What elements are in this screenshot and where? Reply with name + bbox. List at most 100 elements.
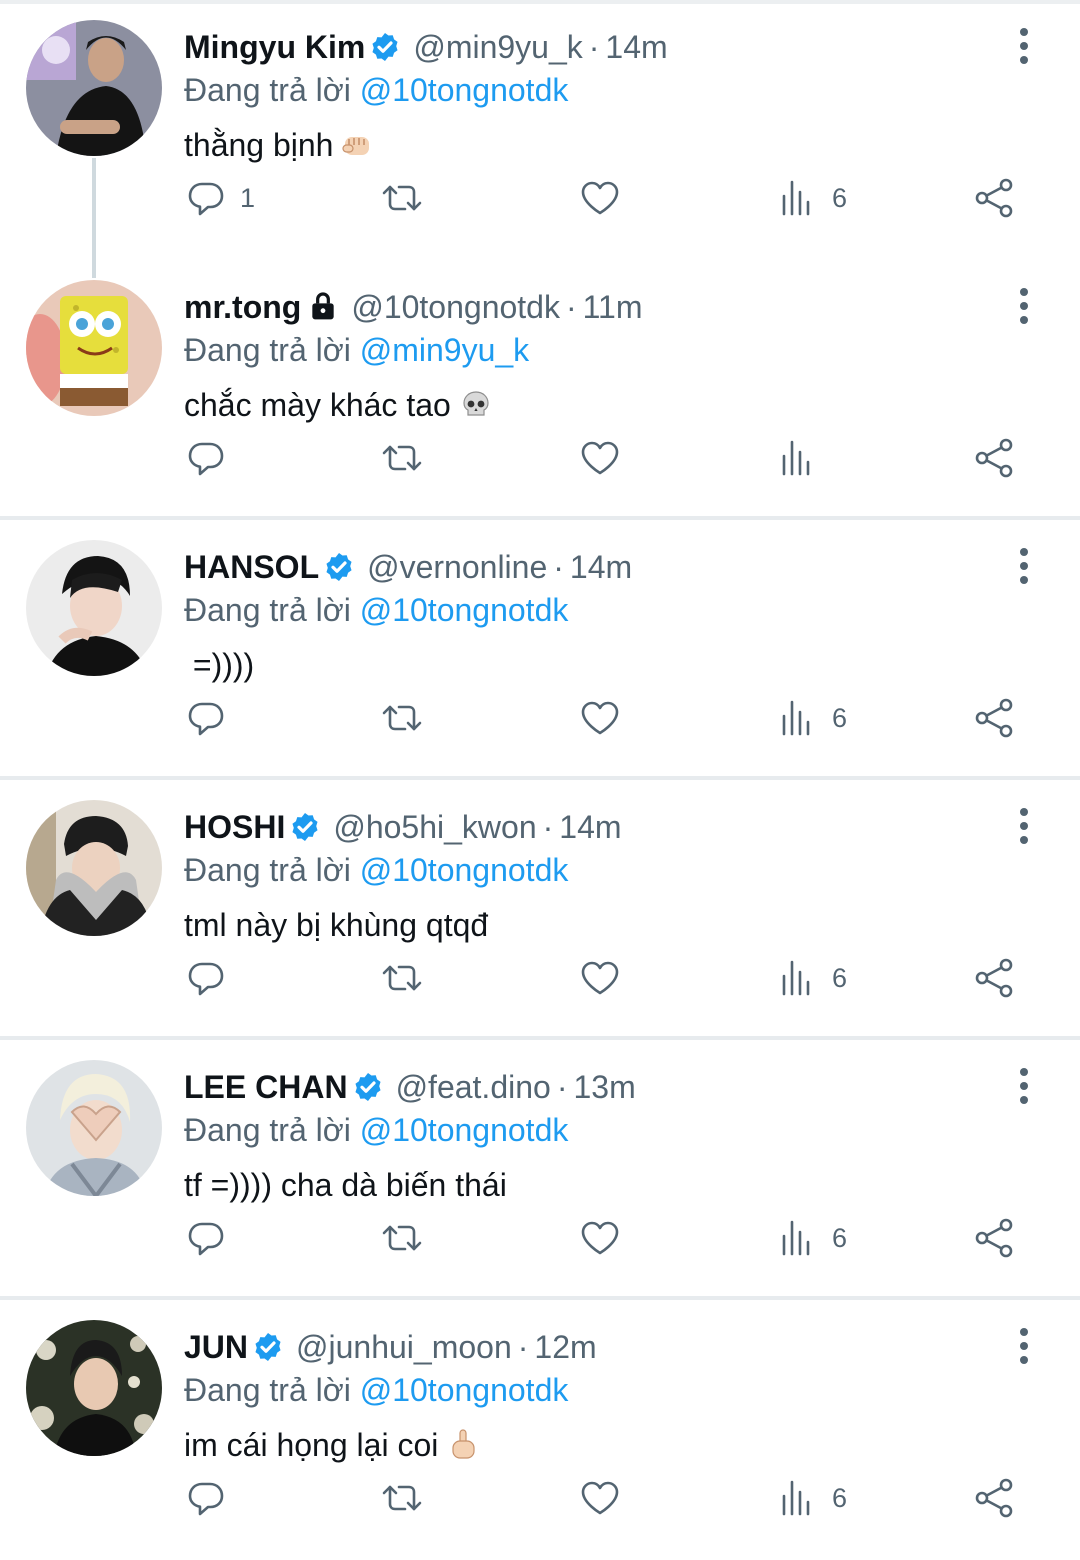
handle[interactable]: @feat.dino bbox=[396, 1069, 551, 1105]
reply-mention-link[interactable]: @10tongnotdk bbox=[360, 1372, 569, 1408]
heart-icon bbox=[581, 1481, 619, 1515]
views-button[interactable]: 6 bbox=[776, 1208, 847, 1268]
retweet-icon bbox=[382, 1485, 422, 1511]
timestamp[interactable]: 14m bbox=[570, 549, 632, 585]
retweet-button[interactable] bbox=[380, 1468, 424, 1528]
display-name[interactable]: mr.tong bbox=[184, 289, 301, 325]
middle-finger-emoji bbox=[452, 1429, 475, 1459]
retweet-button[interactable] bbox=[380, 688, 424, 748]
reply-button[interactable] bbox=[184, 688, 240, 748]
views-icon bbox=[782, 700, 810, 736]
avatar[interactable] bbox=[26, 1060, 162, 1196]
reply-mention-link[interactable]: @10tongnotdk bbox=[360, 592, 569, 628]
reply-button[interactable] bbox=[184, 948, 240, 1008]
more-options-icon[interactable] bbox=[1008, 26, 1040, 66]
like-button[interactable] bbox=[578, 1468, 622, 1528]
retweet-button[interactable] bbox=[380, 168, 424, 228]
avatar[interactable] bbox=[26, 280, 162, 416]
tweet-text: =)))) bbox=[184, 642, 254, 688]
share-button[interactable] bbox=[972, 1208, 1016, 1268]
handle[interactable]: @vernonline bbox=[367, 549, 547, 585]
retweet-icon bbox=[382, 705, 422, 731]
tweet-text: im cái họng lại coi bbox=[184, 1422, 480, 1468]
avatar[interactable] bbox=[26, 20, 162, 156]
tweet-header: mr.tong @10tongnotdk · 11m bbox=[184, 284, 643, 330]
avatar[interactable] bbox=[26, 540, 162, 676]
retweet-button[interactable] bbox=[380, 948, 424, 1008]
share-icon bbox=[975, 698, 1013, 738]
display-name[interactable]: LEE CHAN bbox=[184, 1069, 348, 1105]
views-button[interactable]: 6 bbox=[776, 1468, 847, 1528]
reply-button[interactable] bbox=[184, 1468, 240, 1528]
tweet-text-content: chắc mày khác tao bbox=[184, 387, 451, 423]
avatar[interactable] bbox=[26, 800, 162, 936]
reply-mention-link[interactable]: @10tongnotdk bbox=[360, 852, 569, 888]
handle[interactable]: @min9yu_k bbox=[413, 29, 582, 65]
tweet[interactable]: Mingyu Kim @min9yu_k · 14m Đang trả lời @10… bbox=[0, 0, 1080, 278]
replying-to: Đang trả lời @10tongnotdk bbox=[184, 1367, 568, 1413]
more-options-icon[interactable] bbox=[1008, 286, 1040, 326]
like-button[interactable] bbox=[578, 1208, 622, 1268]
share-button[interactable] bbox=[972, 428, 1016, 488]
lock-icon bbox=[312, 292, 334, 320]
avatar[interactable] bbox=[26, 1320, 162, 1456]
share-button[interactable] bbox=[972, 168, 1016, 228]
like-button[interactable] bbox=[578, 428, 622, 488]
tweet[interactable]: HANSOL @vernonline · 14m Đang trả lời @10to… bbox=[0, 520, 1080, 780]
like-button[interactable] bbox=[578, 948, 622, 1008]
verified-badge-icon bbox=[326, 553, 352, 581]
timestamp[interactable]: 13m bbox=[573, 1069, 635, 1105]
views-count: 6 bbox=[832, 1482, 848, 1513]
display-name[interactable]: Mingyu Kim bbox=[184, 29, 365, 65]
reply-mention-link[interactable]: @10tongnotdk bbox=[360, 1112, 569, 1148]
retweet-button[interactable] bbox=[380, 428, 424, 488]
separator-dot: · bbox=[553, 549, 564, 585]
share-icon bbox=[975, 1478, 1013, 1518]
retweet-icon bbox=[382, 1225, 422, 1251]
like-button[interactable] bbox=[578, 688, 622, 748]
tweet[interactable]: JUN @junhui_moon · 12m Đang trả lời @10tong… bbox=[0, 1300, 1080, 1560]
share-button[interactable] bbox=[972, 1468, 1016, 1528]
tweet-actions: 6 bbox=[0, 948, 1080, 1008]
timestamp[interactable]: 11m bbox=[583, 289, 643, 325]
handle[interactable]: @junhui_moon bbox=[296, 1329, 512, 1365]
reply-mention-link[interactable]: @min9yu_k bbox=[360, 332, 529, 368]
separator-dot: · bbox=[588, 29, 600, 65]
reply-mention-link[interactable]: @10tongnotdk bbox=[360, 72, 569, 108]
timestamp[interactable]: 12m bbox=[534, 1329, 596, 1365]
display-name[interactable]: JUN bbox=[184, 1329, 248, 1365]
tweet[interactable]: HOSHI @ho5hi_kwon · 14m Đang trả lời @10ton… bbox=[0, 780, 1080, 1040]
reply-button[interactable]: 1 bbox=[184, 168, 255, 228]
tweet-header: HOSHI @ho5hi_kwon · 14m bbox=[184, 804, 622, 850]
display-name[interactable]: HOSHI bbox=[184, 809, 285, 845]
tweet-header: JUN @junhui_moon · 12m bbox=[184, 1324, 597, 1370]
like-button[interactable] bbox=[578, 168, 622, 228]
views-button[interactable]: 6 bbox=[776, 948, 847, 1008]
reply-button[interactable] bbox=[184, 1208, 240, 1268]
share-icon bbox=[975, 438, 1013, 478]
more-options-icon[interactable] bbox=[1008, 1326, 1040, 1366]
tweet-text: thằng bịnh bbox=[184, 122, 375, 168]
fist-emoji bbox=[342, 137, 370, 155]
views-button[interactable]: 6 bbox=[776, 168, 847, 228]
tweet-text-content: =)))) bbox=[184, 647, 255, 683]
timestamp[interactable]: 14m bbox=[559, 809, 621, 845]
heart-icon bbox=[581, 441, 619, 475]
tweet[interactable]: mr.tong @10tongnotdk · 11m Đang trả lời @mi… bbox=[0, 260, 1080, 520]
views-button[interactable]: 6 bbox=[776, 688, 847, 748]
timestamp[interactable]: 14m bbox=[605, 29, 667, 65]
retweet-icon bbox=[382, 445, 422, 471]
handle[interactable]: @ho5hi_kwon bbox=[333, 809, 536, 845]
handle[interactable]: @10tongnotdk bbox=[351, 289, 560, 325]
more-options-icon[interactable] bbox=[1008, 806, 1040, 846]
share-button[interactable] bbox=[972, 948, 1016, 1008]
retweet-button[interactable] bbox=[380, 1208, 424, 1268]
more-options-icon[interactable] bbox=[1008, 1066, 1040, 1106]
display-name[interactable]: HANSOL bbox=[184, 549, 319, 585]
tweet[interactable]: LEE CHAN @feat.dino · 13m Đang trả lời @10t… bbox=[0, 1040, 1080, 1300]
share-button[interactable] bbox=[972, 688, 1016, 748]
more-options-icon[interactable] bbox=[1008, 546, 1040, 586]
heart-icon bbox=[581, 961, 619, 995]
views-button[interactable] bbox=[776, 428, 832, 488]
reply-button[interactable] bbox=[184, 428, 240, 488]
